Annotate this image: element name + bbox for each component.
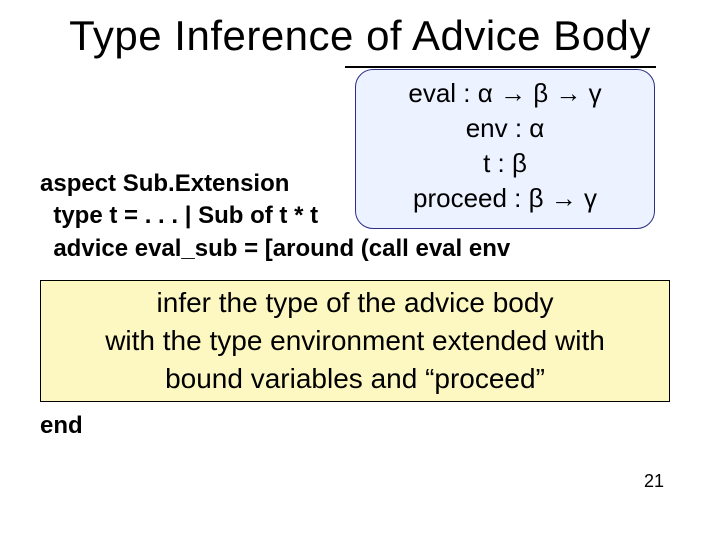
note-box: infer the type of the advice body with t… (40, 280, 670, 402)
type-environment-box: eval : α → β → γ env : α t : β proceed :… (355, 69, 655, 229)
end-keyword: end (40, 412, 83, 440)
slide-title: Type Inference of Advice Body (0, 12, 720, 60)
type-line-proceed: proceed : β → γ (356, 181, 654, 216)
code-line-1: aspect Sub.Extension (40, 170, 289, 197)
type-line-env: env : α (356, 111, 654, 146)
slide: Type Inference of Advice Body aspect Sub… (0, 0, 720, 540)
type-line-t: t : β (356, 146, 654, 181)
code-line-2: type t = . . . | Sub of t * t (40, 202, 318, 229)
note-line-2: with the type environment extended with (41, 322, 669, 360)
title-underline (345, 66, 656, 68)
note-line-1: infer the type of the advice body (41, 284, 669, 322)
code-line-3: advice eval_sub = [around (call eval env (40, 235, 510, 262)
page-number: 21 (644, 471, 664, 492)
type-line-eval: eval : α → β → γ (356, 76, 654, 111)
note-line-3: bound variables and “proceed” (41, 360, 669, 398)
